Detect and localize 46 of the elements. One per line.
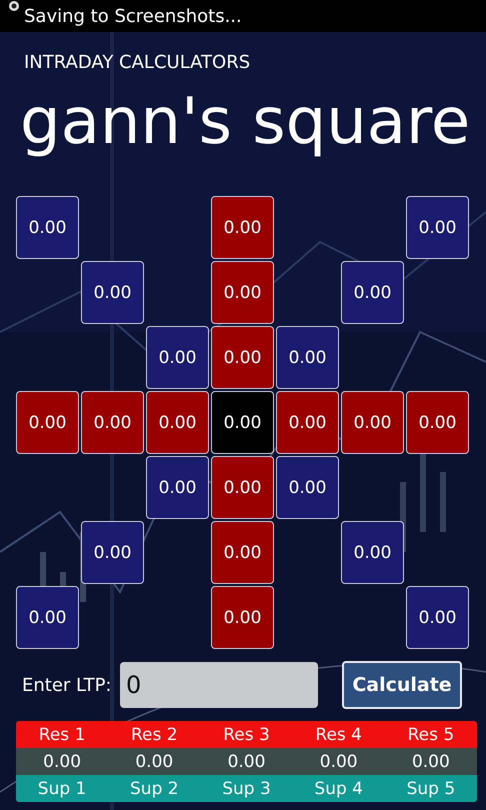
- table-cell-text: 0.00: [410, 752, 451, 772]
- level-tile: 0.00: [81, 391, 144, 454]
- table-cell-text: 0.00: [318, 752, 359, 772]
- level-tile: 0.00: [211, 521, 274, 584]
- level-tile: 0.00: [211, 196, 274, 259]
- ltp-label: Enter LTP:: [22, 674, 112, 696]
- table-cell-text: Sup 5: [406, 778, 456, 798]
- level-tile: 0.00: [211, 261, 274, 324]
- level-tile: 0.00: [16, 196, 79, 259]
- table-cell-text: Res 5: [406, 724, 456, 744]
- table-cell-text: Res 2: [130, 724, 179, 744]
- table-cell-text: 0.00: [42, 752, 82, 772]
- level-tile: 0.00: [211, 391, 274, 454]
- level-tile: 0.00: [276, 391, 339, 454]
- level-tile: 0.00: [211, 586, 274, 649]
- level-tile: 0.00: [406, 196, 469, 259]
- table-cell-text: Sup 1: [36, 778, 88, 798]
- level-tile: 0.00: [81, 261, 144, 324]
- level-tile: 0.00: [211, 326, 274, 389]
- level-tile: 0.00: [341, 391, 404, 454]
- table-cell-text: Sup 2: [129, 778, 180, 798]
- level-tile: 0.00: [276, 456, 339, 519]
- table-cell-text: Sup 3: [221, 778, 272, 798]
- table-cell-text: 0.00: [134, 752, 174, 772]
- level-tile: 0.00: [341, 261, 404, 324]
- level-tile: 0.00: [276, 326, 339, 389]
- level-tile: 0.00: [211, 456, 274, 519]
- table-cell-text: Res 3: [222, 724, 271, 744]
- table-cell-text: 0.00: [226, 752, 266, 772]
- table-cell-text: Res 4: [314, 724, 363, 744]
- level-tile: 0.00: [146, 391, 209, 454]
- level-tile: 0.00: [406, 391, 469, 454]
- level-tile: 0.00: [146, 326, 209, 389]
- level-tile: 0.00: [341, 521, 404, 584]
- table-cell-text: Sup 4: [313, 778, 364, 798]
- level-tile: 0.00: [16, 391, 79, 454]
- app-title: INTRADAY CALCULATORS: [24, 52, 252, 75]
- level-tile: 0.00: [81, 521, 144, 584]
- page-title: gann's square: [20, 84, 472, 161]
- calculate-button[interactable]: Calculate: [342, 661, 462, 709]
- level-tile: 0.00: [146, 456, 209, 519]
- ltp-input[interactable]: 0: [120, 662, 318, 708]
- status-text: Saving to Screenshots...: [24, 6, 242, 26]
- level-tile: 0.00: [406, 586, 469, 649]
- level-tile: 0.00: [16, 586, 79, 649]
- table-cell-text: Res 1: [38, 724, 86, 744]
